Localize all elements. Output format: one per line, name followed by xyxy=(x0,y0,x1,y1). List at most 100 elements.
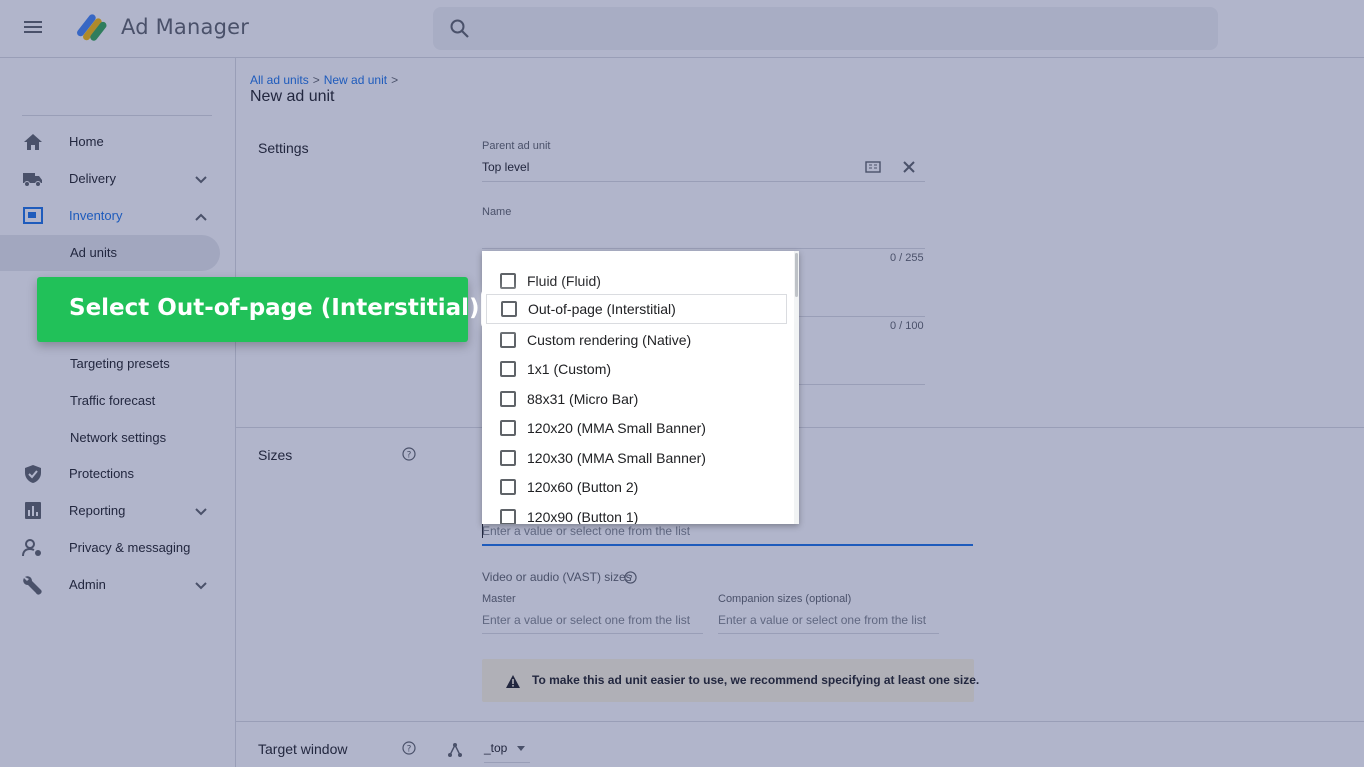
size-option-label: 1x1 (Custom) xyxy=(527,361,612,377)
browse-ad-units-icon[interactable] xyxy=(865,160,883,174)
target-select-underline xyxy=(484,762,530,763)
target-window-select[interactable]: _top xyxy=(484,741,525,755)
help-icon[interactable]: ? xyxy=(624,571,637,584)
checkbox[interactable] xyxy=(500,391,516,407)
size-option-label: 120x60 (Button 2) xyxy=(527,479,639,495)
master-label: Master xyxy=(482,593,516,605)
chevron-up-icon xyxy=(193,210,209,222)
companion-sizes-label: Companion sizes (optional) xyxy=(718,593,852,605)
checkbox[interactable] xyxy=(500,273,516,289)
checkbox[interactable] xyxy=(500,332,516,348)
target-window-value: _top xyxy=(484,741,508,755)
section-divider xyxy=(236,721,1364,722)
parent-field-underline xyxy=(482,181,925,182)
vast-sizes-label: Video or audio (VAST) sizes xyxy=(482,570,632,584)
chevron-down-icon xyxy=(193,579,209,591)
sidebar-item-ad-units[interactable]: Ad units xyxy=(0,235,220,271)
size-option-out-of-page-interstitial[interactable]: Out-of-page (Interstitial) xyxy=(486,294,787,324)
sidebar-item-traffic-forecast[interactable]: Traffic forecast xyxy=(0,383,220,419)
sidebar-item-label: Network settings xyxy=(70,430,167,445)
svg-text:?: ? xyxy=(407,745,412,755)
text-caret xyxy=(482,524,483,538)
section-divider xyxy=(236,427,1364,428)
page-title: New ad unit xyxy=(250,88,335,105)
person-settings-icon xyxy=(22,538,44,558)
highlighted-option-frame: Out-of-page (Interstitial) xyxy=(484,292,789,326)
breadcrumb-link-all-ad-units[interactable]: All ad units xyxy=(250,73,309,87)
size-warning-text: To make this ad unit easier to use, we r… xyxy=(532,673,980,687)
sidebar-item-inventory[interactable]: Inventory xyxy=(0,198,220,234)
menu-icon[interactable] xyxy=(20,18,46,40)
breadcrumb: All ad units > New ad unit > xyxy=(250,73,402,87)
svg-text:?: ? xyxy=(628,573,632,583)
master-input[interactable]: Enter a value or select one from the lis… xyxy=(482,613,690,627)
master-input-underline xyxy=(482,633,703,634)
dropdown-scrollbar-thumb[interactable] xyxy=(795,253,798,297)
shield-icon xyxy=(22,464,44,484)
size-option-1x1-custom[interactable]: 1x1 (Custom) xyxy=(482,354,794,383)
parent-ad-unit-value[interactable]: Top level xyxy=(482,160,529,174)
checkbox[interactable] xyxy=(500,509,516,524)
size-option-label: 120x20 (MMA Small Banner) xyxy=(527,420,706,436)
ad-manager-logo xyxy=(70,10,108,48)
sidebar-item-admin[interactable]: Admin xyxy=(0,567,220,603)
size-option-label: Custom rendering (Native) xyxy=(527,332,692,348)
sidebar-item-label: Privacy & messaging xyxy=(69,540,191,555)
sidebar-item-targeting-presets[interactable]: Targeting presets xyxy=(0,346,220,382)
sidebar-item-label: Ad units xyxy=(70,245,117,260)
checkbox[interactable] xyxy=(500,479,516,495)
size-option-fluid[interactable]: Fluid (Fluid) xyxy=(482,266,794,295)
breadcrumb-separator: > xyxy=(312,73,320,87)
breadcrumb-link-new-ad-unit[interactable]: New ad unit xyxy=(324,73,387,87)
size-option-label: 88x31 (Micro Bar) xyxy=(527,391,639,407)
size-option-120x30-mma-small-banner[interactable]: 120x30 (MMA Small Banner) xyxy=(482,443,794,472)
size-option-120x20-mma-small-banner[interactable]: 120x20 (MMA Small Banner) xyxy=(482,413,794,442)
name-input[interactable] xyxy=(482,222,925,248)
sidebar-item-label: Home xyxy=(69,134,104,149)
search-input[interactable] xyxy=(433,7,1218,50)
checkbox[interactable] xyxy=(501,301,517,317)
name-field-underline xyxy=(482,248,925,249)
sidebar-item-privacy-messaging[interactable]: Privacy & messaging xyxy=(0,530,220,566)
size-option-120x60-button-2[interactable]: 120x60 (Button 2) xyxy=(482,472,794,501)
sidebar-item-label: Protections xyxy=(69,466,135,481)
sidebar-item-reporting[interactable]: Reporting xyxy=(0,493,220,529)
size-option-label: Out-of-page (Interstitial) xyxy=(528,301,676,317)
sidebar-item-network-settings[interactable]: Network settings xyxy=(0,420,220,456)
truck-icon xyxy=(22,169,44,189)
help-icon[interactable]: ? xyxy=(402,741,416,755)
checkbox[interactable] xyxy=(500,361,516,377)
settings-section-title: Settings xyxy=(258,140,309,156)
home-icon xyxy=(22,132,44,152)
target-window-title: Target window xyxy=(258,741,348,757)
search-icon[interactable] xyxy=(449,18,471,40)
size-option-88x31-micro-bar[interactable]: 88x31 (Micro Bar) xyxy=(482,384,794,413)
help-icon[interactable]: ? xyxy=(402,447,416,461)
inventory-icon xyxy=(22,206,44,226)
size-option-label: 120x30 (MMA Small Banner) xyxy=(527,450,706,466)
tutorial-callout: Select Out-of-page (Interstitial) xyxy=(37,277,480,342)
breadcrumb-separator: > xyxy=(391,73,399,87)
name-label: Name xyxy=(482,206,512,218)
size-option-120x90-button-1[interactable]: 120x90 (Button 1) xyxy=(482,502,794,524)
checkbox[interactable] xyxy=(500,450,516,466)
sidebar-item-delivery[interactable]: Delivery xyxy=(0,161,220,197)
sidebar-item-label: Targeting presets xyxy=(70,356,170,371)
size-option-label: 120x90 (Button 1) xyxy=(527,509,639,524)
description-char-counter: 0 / 100 xyxy=(890,320,924,332)
sizes-input[interactable]: Enter a value or select one from the lis… xyxy=(482,524,973,538)
size-option-custom-rendering-native[interactable]: Custom rendering (Native) xyxy=(482,325,794,354)
clear-icon[interactable] xyxy=(901,159,917,175)
sidebar-item-home[interactable]: Home xyxy=(0,124,220,160)
svg-text:?: ? xyxy=(407,451,412,461)
checkbox[interactable] xyxy=(500,420,516,436)
parent-ad-unit-label: Parent ad unit xyxy=(482,140,551,152)
sidebar-item-label: Delivery xyxy=(69,171,116,186)
companion-sizes-input[interactable]: Enter a value or select one from the lis… xyxy=(718,613,926,627)
sizes-section-title: Sizes xyxy=(258,447,293,463)
sidebar-item-label: Inventory xyxy=(69,208,123,223)
size-option-label: Fluid (Fluid) xyxy=(527,273,601,289)
app-title: Ad Manager xyxy=(121,15,250,39)
sizes-input-underline xyxy=(482,544,973,546)
sidebar-item-protections[interactable]: Protections xyxy=(0,456,220,492)
